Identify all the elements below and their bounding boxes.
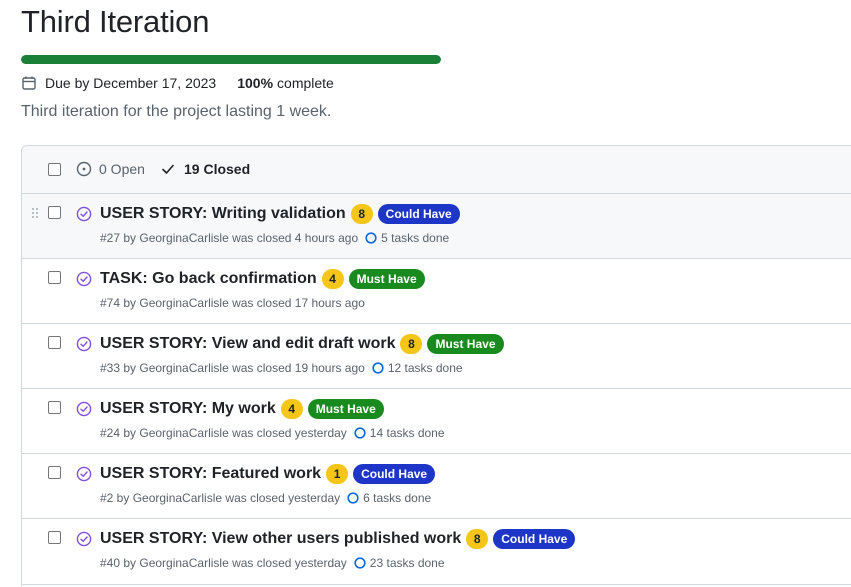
issue-checkbox[interactable] [48, 531, 61, 544]
priority-label[interactable]: Must Have [307, 399, 384, 419]
issue-title-link[interactable]: USER STORY: My work [100, 400, 276, 418]
issue-title-link[interactable]: USER STORY: Writing validation [100, 205, 346, 223]
estimate-badge: 4 [280, 399, 303, 419]
tasks-progress: 23 tasks done [354, 556, 445, 570]
milestone-title: Third Iteration [21, 4, 210, 39]
issue-checkbox[interactable] [48, 271, 61, 284]
issue-checkbox[interactable] [48, 206, 61, 219]
tasks-progress: 6 tasks done [347, 491, 431, 505]
tasks-done-text: 23 tasks done [369, 556, 445, 570]
closed-filter[interactable]: 19 Closed [161, 161, 250, 177]
task-progress-icon [354, 427, 366, 439]
milestone-description: Third iteration for the project lasting … [21, 103, 332, 120]
task-progress-icon [347, 492, 359, 504]
drag-handle-icon[interactable] [32, 208, 38, 218]
priority-label[interactable]: Must Have [427, 334, 504, 354]
issue-row[interactable]: USER STORY: My work 4 Must Have #24 by G… [22, 389, 851, 454]
estimate-badge: 1 [326, 464, 349, 484]
priority-label[interactable]: Could Have [353, 464, 436, 484]
issue-meta: #40 by GeorginaCarlisle was closed yeste… [100, 556, 347, 570]
issue-row[interactable]: TASK: Go back confirmation 4 Must Have #… [22, 259, 851, 324]
task-progress-icon [372, 362, 384, 374]
issue-closed-icon [76, 206, 92, 222]
issue-row[interactable]: USER STORY: Featured work 1 Could Have #… [22, 454, 851, 519]
task-progress-icon [365, 232, 377, 244]
issue-title-link[interactable]: USER STORY: View and edit draft work [100, 335, 395, 353]
tasks-done-text: 5 tasks done [381, 231, 450, 245]
milestone-meta: Due by December 17, 2023 100% complete [21, 74, 334, 92]
issue-row[interactable]: USER STORY: View and edit draft work 8 M… [22, 324, 851, 389]
estimate-badge: 8 [350, 204, 373, 224]
due-date: Due by December 17, 2023 [45, 75, 217, 91]
issues-list-header: 0 Open 19 Closed [22, 146, 851, 194]
issue-checkbox[interactable] [48, 401, 61, 414]
issue-row[interactable]: USER STORY: Writing validation 8 Could H… [22, 194, 851, 259]
issue-title-link[interactable]: TASK: Go back confirmation [100, 270, 317, 288]
issue-closed-icon [76, 466, 92, 482]
tasks-done-text: 6 tasks done [363, 491, 432, 505]
tasks-progress: 5 tasks done [365, 231, 449, 245]
issue-meta: #74 by GeorginaCarlisle was closed 17 ho… [100, 296, 365, 310]
issue-title-link[interactable]: USER STORY: Featured work [100, 465, 321, 483]
open-filter[interactable]: 0 Open [76, 161, 145, 177]
tasks-done-text: 12 tasks done [387, 361, 463, 375]
task-progress-icon [354, 557, 366, 569]
priority-label[interactable]: Could Have [377, 204, 460, 224]
select-all-checkbox[interactable] [48, 163, 61, 176]
issue-row[interactable]: USER STORY: View other users published w… [22, 519, 851, 585]
issue-opened-icon [76, 161, 92, 177]
issue-closed-icon [76, 271, 92, 287]
issue-closed-icon [76, 336, 92, 352]
issue-meta: #24 by GeorginaCarlisle was closed yeste… [100, 426, 347, 440]
issues-list: 0 Open 19 Closed USER STORY: Writing val… [21, 145, 851, 587]
tasks-progress: 12 tasks done [372, 361, 463, 375]
issue-closed-icon [76, 531, 92, 547]
estimate-badge: 8 [466, 529, 489, 549]
priority-label[interactable]: Could Have [493, 529, 576, 549]
check-icon [162, 164, 174, 174]
closed-count: 19 Closed [184, 161, 251, 177]
issue-title-link[interactable]: USER STORY: View other users published w… [100, 530, 461, 548]
milestone-progress-fill [21, 55, 441, 64]
issue-checkbox[interactable] [48, 466, 61, 479]
issue-checkbox[interactable] [48, 336, 61, 349]
tasks-progress: 14 tasks done [354, 426, 445, 440]
issue-meta: #27 by GeorginaCarlisle was closed 4 hou… [100, 231, 359, 245]
tasks-done-text: 14 tasks done [369, 426, 445, 440]
milestone-progress-bar [21, 55, 441, 64]
completion-word: complete [277, 75, 334, 91]
estimate-badge: 8 [400, 334, 423, 354]
estimate-badge: 4 [321, 269, 344, 289]
issue-meta: #33 by GeorginaCarlisle was closed 19 ho… [100, 361, 365, 375]
completion-percent: 100% [237, 75, 274, 91]
priority-label[interactable]: Must Have [348, 269, 425, 289]
open-count: 0 Open [99, 161, 145, 177]
issue-closed-icon [76, 401, 92, 417]
calendar-icon [22, 76, 36, 90]
issue-meta: #2 by GeorginaCarlisle was closed yester… [100, 491, 341, 505]
